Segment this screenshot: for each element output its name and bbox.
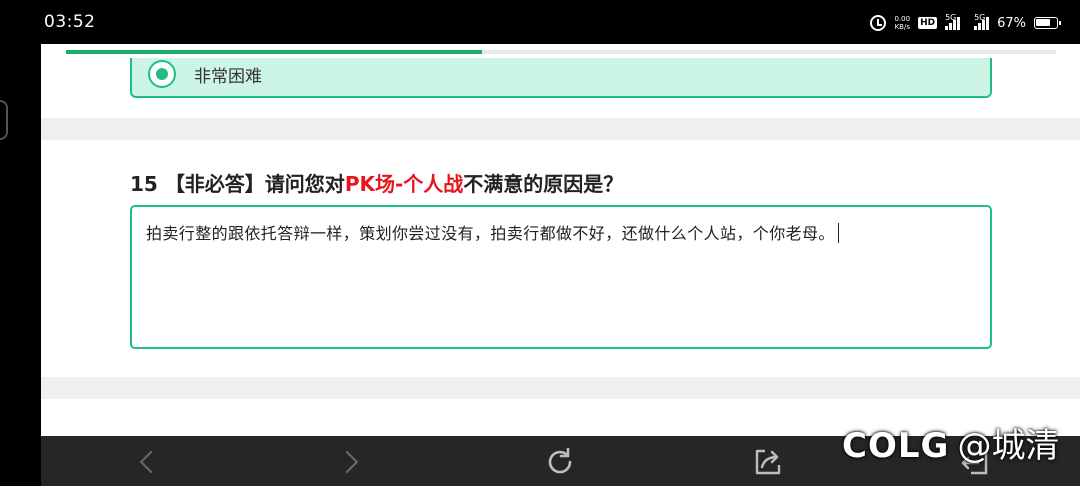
chevron-left-icon bbox=[139, 450, 163, 474]
status-bar: 03:52 0.00 KB/s HD 5G 5G 67% bbox=[0, 0, 1080, 44]
signal-icon-sim1: 5G bbox=[945, 13, 961, 30]
hd-voice-icon: HD bbox=[918, 17, 938, 29]
signal-icon-sim2: 5G bbox=[974, 13, 990, 30]
survey-progress-bar bbox=[66, 50, 1056, 54]
question-15-answer-textarea[interactable]: 拍卖行整的跟依托答辩一样，策划你尝过没有，拍卖行都做不好，还做什么个人站，个你老… bbox=[130, 205, 992, 349]
watermark-handle: @城清 bbox=[957, 426, 1060, 466]
text-caret bbox=[837, 223, 840, 243]
back-button[interactable] bbox=[127, 442, 167, 482]
refresh-icon bbox=[548, 447, 572, 474]
watermark: COLG @城清 bbox=[842, 418, 1059, 467]
bottom-left-black bbox=[0, 436, 41, 486]
status-time: 03:52 bbox=[44, 12, 96, 32]
status-icons: 0.00 KB/s HD 5G 5G 67% bbox=[870, 12, 1061, 34]
question-15-title: 15 【非必答】请问您对PK场-个人战不满意的原因是？ bbox=[130, 172, 624, 196]
refresh-button[interactable] bbox=[540, 442, 580, 482]
battery-percent: 67% bbox=[997, 15, 1026, 31]
survey-progress-fill bbox=[66, 50, 482, 54]
chevron-right-icon bbox=[335, 450, 359, 474]
section-divider bbox=[41, 377, 1080, 399]
alarm-icon bbox=[870, 15, 887, 31]
battery-icon bbox=[1034, 17, 1061, 29]
answer-text: 拍卖行整的跟依托答辩一样，策划你尝过没有，拍卖行都做不好，还做什么个人站，个你老… bbox=[146, 220, 840, 244]
net-speed: 0.00 KB/s bbox=[894, 15, 911, 31]
forward-button[interactable] bbox=[331, 442, 371, 482]
share-button[interactable] bbox=[748, 442, 788, 482]
share-icon bbox=[755, 449, 781, 475]
survey-page: 非常困难 15 【非必答】请问您对PK场-个人战不满意的原因是？ 拍卖行整的跟依… bbox=[41, 44, 1080, 436]
section-divider bbox=[41, 118, 1080, 140]
option-very-difficult[interactable]: 非常困难 bbox=[130, 58, 992, 98]
watermark-logo: COLG bbox=[842, 426, 950, 466]
option-label: 非常困难 bbox=[194, 67, 262, 87]
radio-selected-icon[interactable] bbox=[148, 60, 176, 88]
side-handle[interactable] bbox=[0, 100, 8, 140]
